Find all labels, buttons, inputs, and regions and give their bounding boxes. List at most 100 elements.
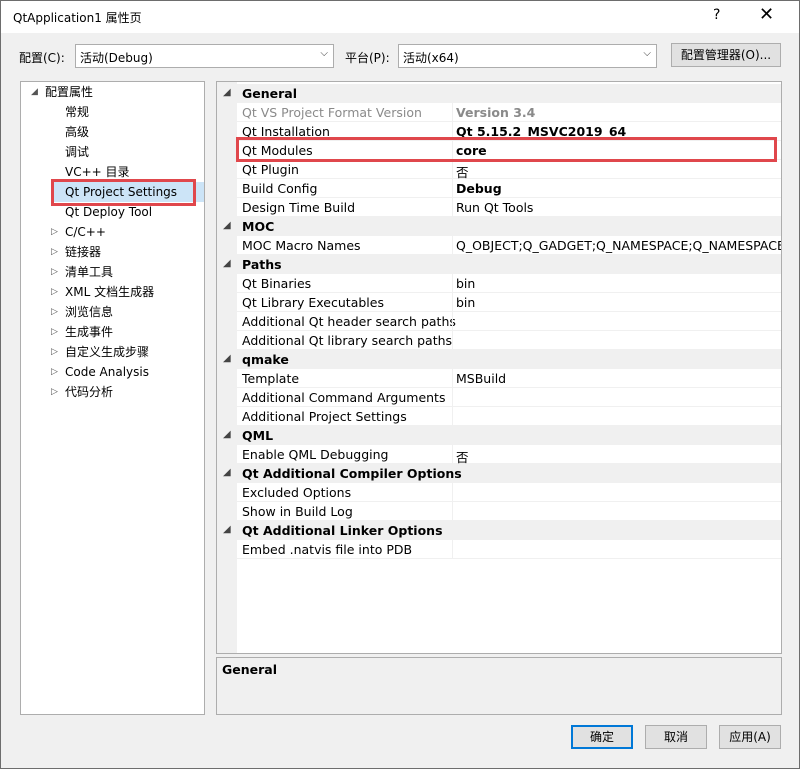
category-linker-options[interactable]: ◢ Qt Additional Linker Options [217,521,781,540]
tree-item-general[interactable]: 常规 [65,102,89,122]
description-panel: General [216,657,782,715]
expand-right-icon[interactable]: ▷ [51,327,58,337]
config-value: 活动(Debug) [80,51,153,65]
collapse-icon[interactable]: ◢ [223,353,231,364]
highlight-box-qt-modules [236,137,777,162]
collapse-icon[interactable]: ◢ [223,429,231,440]
cancel-button[interactable]: 取消 [645,725,707,749]
property-grid: ◢ General Qt VS Project Format Version V… [216,81,782,654]
expand-right-icon[interactable]: ▷ [51,227,58,237]
apply-button[interactable]: 应用(A) [719,725,781,749]
category-moc[interactable]: ◢ MOC [217,217,781,236]
property-row[interactable]: MOC Macro Names Q_OBJECT;Q_GADGET;Q_NAME… [217,236,781,255]
property-row[interactable]: Additional Qt header search paths [217,312,781,331]
property-name: Template [242,371,300,386]
expand-right-icon[interactable]: ▷ [51,307,58,317]
property-row[interactable]: Embed .natvis file into PDB [217,540,781,559]
expand-right-icon[interactable]: ▷ [51,267,58,277]
property-name: Design Time Build [242,200,356,215]
property-row[interactable]: Design Time Build Run Qt Tools [217,198,781,217]
tree-group-manifest-tool[interactable]: 清单工具 [65,262,113,282]
tree-group-custom-build[interactable]: 自定义生成步骤 [65,342,149,362]
property-row[interactable]: Excluded Options [217,483,781,502]
expand-down-icon[interactable]: ◢ [31,87,38,97]
property-name: Additional Command Arguments [242,390,446,405]
tree-item-advanced[interactable]: 高级 [65,122,89,142]
expand-right-icon[interactable]: ▷ [51,387,58,397]
tree-group-browse-info[interactable]: 浏览信息 [65,302,113,322]
expand-right-icon[interactable]: ▷ [51,347,58,357]
property-row[interactable]: Additional Project Settings [217,407,781,426]
property-name: Qt Plugin [242,162,299,177]
property-name: Additional Qt library search paths [242,333,453,348]
config-manager-button[interactable]: 配置管理器(O)... [671,43,781,67]
chevron-down-icon: ⌵ [320,48,328,59]
property-row[interactable]: Template MSBuild [217,369,781,388]
category-compiler-options[interactable]: ◢ Qt Additional Compiler Options [217,464,781,483]
property-name: Excluded Options [242,485,352,500]
category-label: qmake [242,352,289,367]
property-pages-dialog: QtApplication1 属性页 ? ✕ 配置(C): 活动(Debug) … [0,0,800,769]
property-name: Qt VS Project Format Version [242,105,422,120]
category-paths[interactable]: ◢ Paths [217,255,781,274]
property-value: bin [456,276,476,291]
property-value: MSBuild [456,371,507,386]
platform-value: 活动(x64) [403,51,459,65]
category-general[interactable]: ◢ General [217,84,781,103]
property-name: Qt Library Executables [242,295,384,310]
property-name: Embed .natvis file into PDB [242,542,413,557]
expand-right-icon[interactable]: ▷ [51,247,58,257]
property-row[interactable]: Qt Plugin 否 [217,160,781,180]
property-row[interactable]: Qt Binaries bin [217,274,781,293]
tree-group-linker[interactable]: 链接器 [65,242,101,262]
tree-item-debugging[interactable]: 调试 [65,142,89,162]
expand-right-icon[interactable]: ▷ [51,367,58,377]
property-name: Qt Binaries [242,276,312,291]
category-qmake[interactable]: ◢ qmake [217,350,781,369]
category-label: Paths [242,257,282,272]
property-name: Enable QML Debugging [242,447,389,462]
property-name: MOC Macro Names [242,238,361,253]
property-row[interactable]: Build Config Debug [217,179,781,198]
property-row[interactable]: Enable QML Debugging 否 [217,445,781,465]
property-name: Build Config [242,181,318,196]
window-title: QtApplication1 属性页 [13,11,142,25]
property-name: Additional Qt header search paths [242,314,456,329]
tree-group-code-analysis-zh[interactable]: 代码分析 [65,382,113,402]
property-value: Run Qt Tools [456,200,534,215]
property-row[interactable]: Additional Qt library search paths [217,331,781,350]
collapse-icon[interactable]: ◢ [223,258,231,269]
property-row[interactable]: Qt Library Executables bin [217,293,781,312]
property-row[interactable]: Additional Command Arguments [217,388,781,407]
property-value: bin [456,295,476,310]
property-row[interactable]: Qt VS Project Format Version Version 3.4 [217,103,781,122]
highlight-box-tree [51,179,196,206]
description-title: General [222,662,277,677]
close-button[interactable]: ✕ [759,4,774,25]
property-row[interactable]: Show in Build Log [217,502,781,521]
category-qml[interactable]: ◢ QML [217,426,781,445]
expand-right-icon[interactable]: ▷ [51,287,58,297]
collapse-icon[interactable]: ◢ [223,87,231,98]
tree-group-cpp[interactable]: C/C++ [65,222,106,242]
tree-group-build-events[interactable]: 生成事件 [65,322,113,342]
property-value: Debug [456,181,502,196]
property-value: Q_OBJECT;Q_GADGET;Q_NAMESPACE;Q_NAMESPAC… [456,238,782,253]
category-label: Qt Additional Linker Options [242,523,443,538]
category-label: Qt Additional Compiler Options [242,466,462,481]
ok-button[interactable]: 确定 [571,725,633,749]
tree-root-config-properties[interactable]: 配置属性 [45,82,93,102]
platform-dropdown[interactable]: 活动(x64) ⌵ [398,44,657,68]
settings-tree: ◢ 配置属性 常规 高级 调试 VC++ 目录 Qt Project Setti… [20,81,205,715]
tree-group-code-analysis-en[interactable]: Code Analysis [65,362,149,382]
title-bar: QtApplication1 属性页 ? ✕ [1,1,799,33]
category-label: MOC [242,219,275,234]
config-dropdown[interactable]: 活动(Debug) ⌵ [75,44,334,68]
chevron-down-icon: ⌵ [643,48,651,59]
help-button[interactable]: ? [713,7,720,23]
collapse-icon[interactable]: ◢ [223,467,231,478]
tree-group-xml-doc[interactable]: XML 文档生成器 [65,282,154,302]
collapse-icon[interactable]: ◢ [223,524,231,535]
collapse-icon[interactable]: ◢ [223,220,231,231]
property-name: Additional Project Settings [242,409,407,424]
